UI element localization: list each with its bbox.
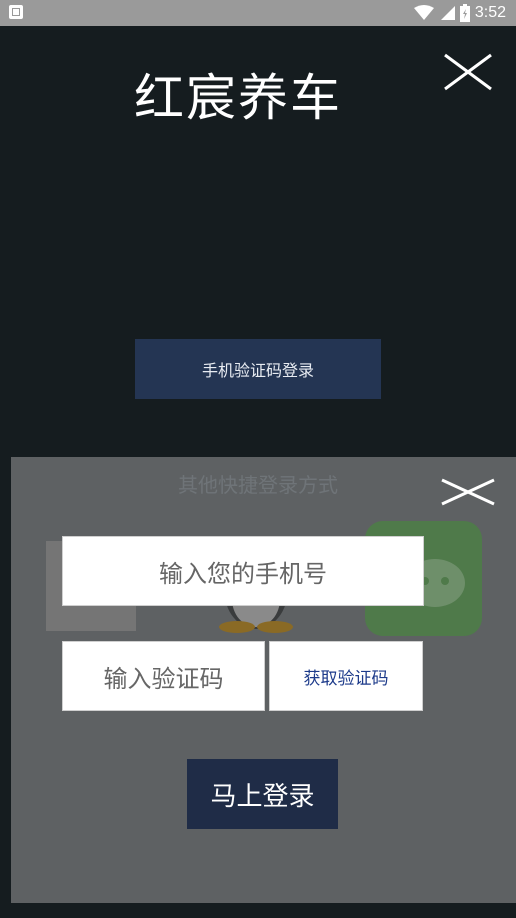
status-time: 3:52 bbox=[474, 4, 506, 21]
status-bar: 3:52 bbox=[0, 0, 516, 26]
sms-login-button[interactable]: 手机验证码登录 bbox=[135, 339, 381, 399]
wifi-icon bbox=[413, 5, 434, 21]
get-code-button[interactable]: 获取验证码 bbox=[269, 641, 423, 711]
app-notification-icon bbox=[9, 5, 23, 19]
quick-login-title: 其他快捷登录方式 bbox=[178, 473, 338, 497]
status-icons: 3:52 bbox=[413, 2, 506, 24]
signal-icon bbox=[439, 5, 455, 21]
app-title: 红宸养车 bbox=[134, 69, 342, 127]
battery-icon bbox=[459, 4, 470, 22]
close-icon[interactable] bbox=[439, 477, 497, 507]
verification-code-input[interactable]: 输入验证码 bbox=[62, 641, 265, 711]
login-button[interactable]: 马上登录 bbox=[187, 759, 338, 829]
close-icon[interactable] bbox=[442, 52, 494, 92]
phone-input[interactable]: 输入您的手机号 bbox=[62, 536, 424, 606]
